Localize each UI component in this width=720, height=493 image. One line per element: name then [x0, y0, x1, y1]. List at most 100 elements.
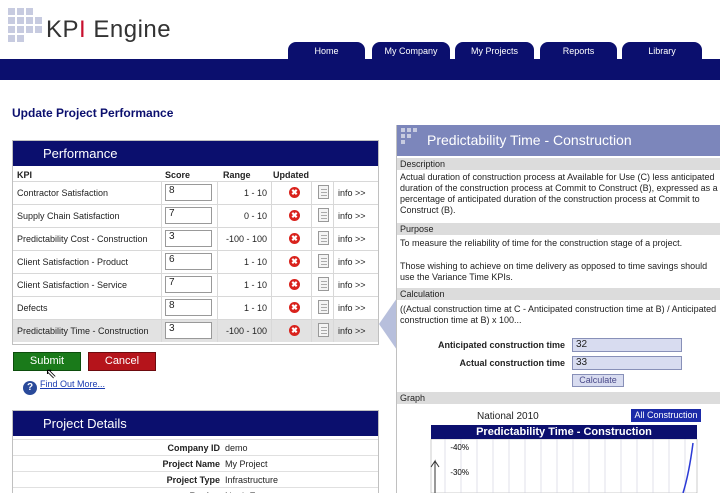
anticipated-time-input[interactable]: 32 — [572, 338, 682, 352]
score-input[interactable]: 3 — [165, 322, 212, 339]
logo-square — [8, 26, 15, 33]
chart-title: Predictability Time - Construction — [431, 425, 697, 439]
info-link[interactable]: info >> — [338, 326, 366, 336]
logo-engine: Engine — [93, 16, 172, 43]
score-input[interactable]: 8 — [165, 299, 212, 316]
panel-pointer — [379, 298, 397, 350]
performance-title: Performance — [13, 141, 378, 166]
score-input[interactable]: 8 — [165, 184, 212, 201]
logo-square — [17, 26, 24, 33]
cell-divider — [271, 274, 272, 296]
kpi-name: Predictability Cost - Construction — [17, 234, 148, 244]
project-details-title: Project Details — [13, 411, 378, 436]
cell-divider — [333, 274, 334, 296]
not-updated-icon: ✖ — [289, 210, 300, 221]
col-kpi: KPI — [17, 170, 33, 180]
kpi-range: 1 - 10 — [243, 280, 267, 290]
score-input[interactable]: 6 — [165, 253, 212, 270]
info-link[interactable]: info >> — [338, 303, 366, 313]
graph-year: National 2010 — [477, 411, 539, 422]
calculate-button[interactable]: Calculate — [572, 374, 624, 387]
info-link[interactable]: info >> — [338, 280, 366, 290]
info-link[interactable]: info >> — [338, 257, 366, 267]
cell-divider — [217, 251, 218, 273]
info-link[interactable]: info >> — [338, 234, 366, 244]
kpi-name: Defects — [17, 303, 48, 313]
tab-home[interactable]: Home — [288, 42, 365, 61]
kpi-row: Predictability Cost - Construction 3 -100 … — [13, 227, 378, 250]
cell-divider — [271, 320, 272, 342]
kpi-row: Defects 8 1 - 10 ✖ info >> — [13, 296, 378, 319]
document-icon[interactable] — [318, 323, 329, 337]
logo-square — [8, 17, 15, 24]
logo-square — [26, 17, 33, 24]
chart-plot: -40%-30%-20% — [430, 439, 698, 493]
actual-label: Actual construction time — [459, 358, 565, 368]
logo-square — [26, 26, 33, 33]
purpose-text-1: To measure the reliability of time for t… — [400, 238, 683, 248]
detail-title-text: Predictability Time - Construction — [427, 132, 632, 148]
logo-square — [8, 35, 15, 42]
score-input[interactable]: 7 — [165, 207, 212, 224]
project-detail-value: Infrastructure — [225, 475, 279, 485]
tab-reports[interactable]: Reports — [540, 42, 617, 61]
find-out-more-link[interactable]: Find Out More... — [40, 379, 105, 389]
cell-divider — [333, 182, 334, 204]
kpi-name: Client Satisfaction - Service — [17, 280, 128, 290]
actual-time-input[interactable]: 33 — [572, 356, 682, 370]
cell-divider — [161, 274, 162, 296]
document-icon[interactable] — [318, 300, 329, 314]
cell-divider — [161, 228, 162, 250]
not-updated-icon: ✖ — [289, 279, 300, 290]
cancel-button[interactable]: Cancel — [88, 352, 156, 371]
tab-my-projects[interactable]: My Projects — [455, 42, 534, 61]
kpi-detail-panel: Predictability Time - Construction Descr… — [396, 125, 720, 493]
cell-divider — [271, 182, 272, 204]
tab-my-company[interactable]: My Company — [372, 42, 450, 61]
nav-bar — [0, 59, 720, 80]
cell-divider — [311, 251, 312, 273]
kpi-range: 1 - 10 — [243, 303, 267, 313]
cell-divider — [217, 228, 218, 250]
document-icon[interactable] — [318, 254, 329, 268]
cell-divider — [311, 182, 312, 204]
info-link[interactable]: info >> — [338, 188, 366, 198]
cell-divider — [217, 320, 218, 342]
cell-divider — [217, 182, 218, 204]
score-input[interactable]: 7 — [165, 276, 212, 293]
help-icon[interactable]: ? — [23, 381, 37, 395]
purpose-label: Purpose — [397, 223, 720, 235]
logo-square — [35, 26, 42, 33]
all-construction-button[interactable]: All Construction — [631, 409, 701, 422]
cell-divider — [161, 320, 162, 342]
header-dot — [413, 128, 417, 132]
col-updated: Updated — [273, 170, 309, 180]
cell-divider — [333, 228, 334, 250]
document-icon[interactable] — [318, 277, 329, 291]
project-detail-row: Company ID demo — [13, 439, 378, 455]
cell-divider — [217, 274, 218, 296]
document-icon[interactable] — [318, 185, 329, 199]
logo-square — [26, 8, 33, 15]
header-dot — [407, 128, 411, 132]
col-range: Range — [223, 170, 251, 180]
document-icon[interactable] — [318, 231, 329, 245]
header-dot — [401, 140, 405, 144]
info-link[interactable]: info >> — [338, 211, 366, 221]
tab-library[interactable]: Library — [622, 42, 702, 61]
kpi-row: Contractor Satisfaction 8 1 - 10 ✖ info >> — [13, 181, 378, 204]
cell-divider — [311, 274, 312, 296]
not-updated-icon: ✖ — [289, 302, 300, 313]
header-dot — [407, 134, 411, 138]
document-icon[interactable] — [318, 208, 329, 222]
score-input[interactable]: 3 — [165, 230, 212, 247]
not-updated-icon: ✖ — [289, 233, 300, 244]
not-updated-icon: ✖ — [289, 187, 300, 198]
calculation-label: Calculation — [397, 288, 720, 300]
cell-divider — [311, 297, 312, 319]
cell-divider — [311, 228, 312, 250]
cell-divider — [311, 320, 312, 342]
header-dot — [401, 134, 405, 138]
cell-divider — [161, 205, 162, 227]
kpi-range: 1 - 10 — [243, 188, 267, 198]
